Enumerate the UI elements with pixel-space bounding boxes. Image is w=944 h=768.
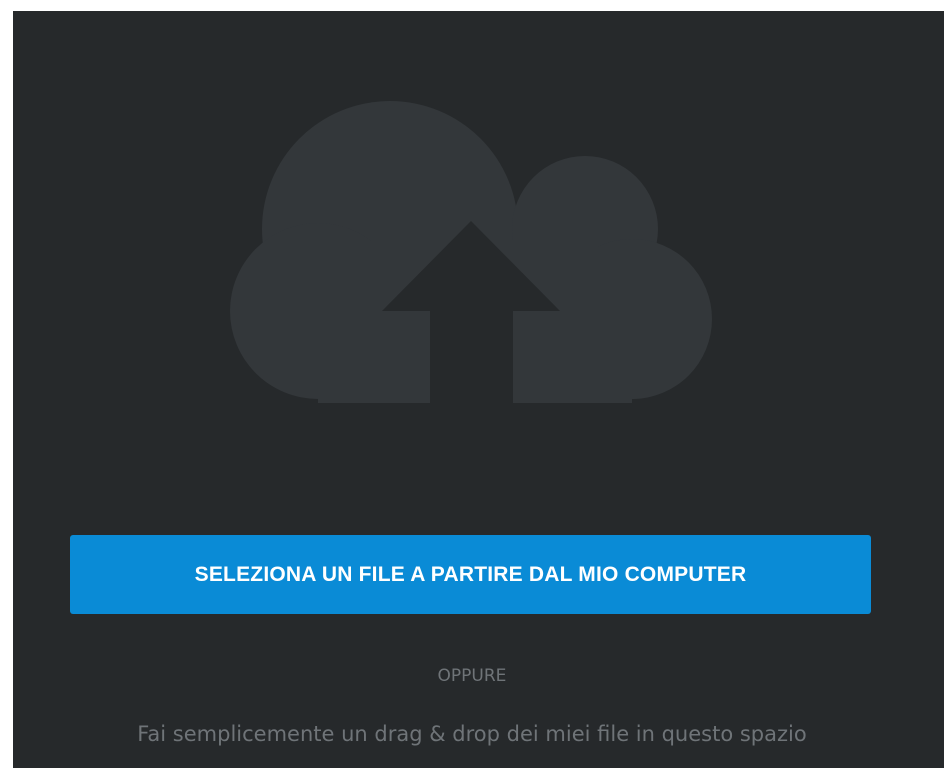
drag-drop-hint: Fai semplicemente un drag & drop dei mie… — [137, 722, 807, 746]
select-file-button[interactable]: SELEZIONA UN FILE A PARTIRE DAL MIO COMP… — [70, 535, 871, 614]
cloud-upload-icon — [230, 101, 712, 403]
or-separator: OPPURE — [437, 666, 507, 686]
